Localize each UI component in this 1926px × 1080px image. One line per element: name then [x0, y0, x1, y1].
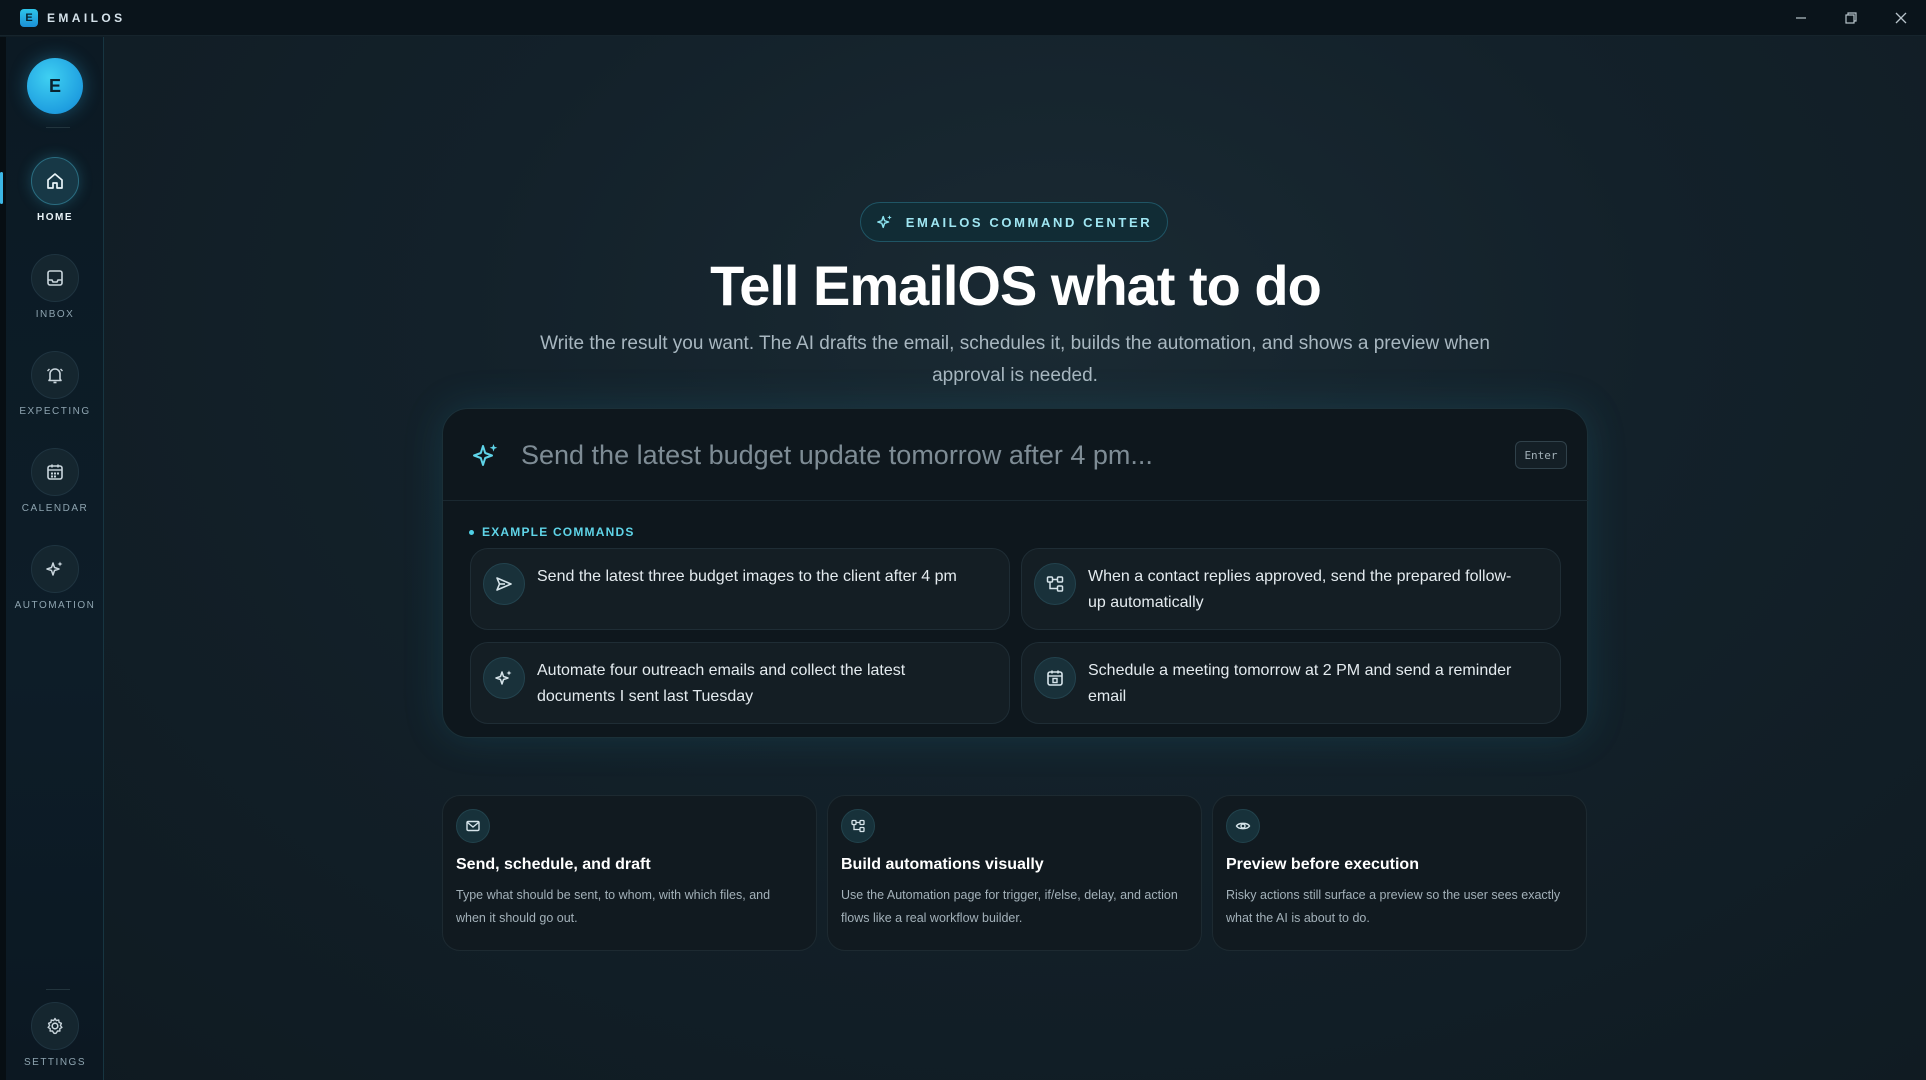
examples-heading: EXAMPLE COMMANDS	[469, 525, 635, 539]
eye-icon	[1235, 822, 1251, 830]
nav-circle	[31, 545, 79, 593]
example-command-schedule-meeting[interactable]: Schedule a meeting tomorrow at 2 PM and …	[1021, 642, 1561, 724]
feature-icon	[841, 809, 875, 843]
feature-description: Risky actions still surface a preview so…	[1226, 888, 1561, 925]
example-icon	[1034, 657, 1076, 699]
sidebar-item-automation[interactable]: AUTOMATION	[6, 545, 104, 625]
command-center-badge: EMAILOS COMMAND CENTER	[860, 202, 1168, 242]
feature-card-automations: Build automations visually Use the Autom…	[827, 795, 1202, 951]
calendar-icon	[47, 464, 63, 480]
command-input-row: Enter	[443, 409, 1589, 501]
sparkle-icon	[876, 215, 892, 229]
home-icon	[47, 173, 63, 189]
sidebar-divider	[46, 127, 70, 128]
app-window: E EMAILOS E HOME INBOX EXPECTING CALENDA…	[0, 0, 1926, 1080]
sidebar-item-inbox[interactable]: INBOX	[6, 254, 104, 334]
sidebar-item-calendar[interactable]: CALENDAR	[6, 448, 104, 528]
feature-title: Build automations visually	[841, 856, 1044, 873]
main-content: EMAILOS COMMAND CENTER Tell EmailOS what…	[105, 37, 1926, 1080]
page-subtitle: Write the result you want. The AI drafts…	[540, 333, 1490, 386]
example-icon	[1034, 563, 1076, 605]
command-input[interactable]	[521, 431, 1481, 479]
nav-circle	[31, 1002, 79, 1050]
example-text: Send the latest three budget images to t…	[537, 568, 957, 585]
title-bar: E EMAILOS	[0, 0, 1926, 36]
sidebar-item-home[interactable]: HOME	[6, 157, 104, 237]
feature-title: Send, schedule, and draft	[456, 856, 651, 873]
window-controls	[1776, 0, 1926, 36]
inbox-icon	[47, 270, 63, 286]
feature-description: Type what should be sent, to whom, with …	[456, 888, 771, 925]
sidebar-divider	[46, 989, 70, 990]
app-logo: E	[20, 8, 38, 27]
enter-key-hint[interactable]: Enter	[1515, 441, 1567, 469]
sparkle-icon	[473, 444, 498, 466]
gear-icon	[47, 1017, 63, 1035]
feature-title: Preview before execution	[1226, 856, 1419, 873]
feature-icon	[1226, 809, 1260, 843]
send-icon	[496, 577, 512, 591]
active-indicator	[0, 172, 3, 204]
workflow-icon	[1046, 576, 1064, 592]
sidebar-item-label: AUTOMATION	[14, 600, 96, 611]
example-command-automate-outreach[interactable]: Automate four outreach emails and collec…	[470, 642, 1010, 724]
example-icon	[483, 657, 525, 699]
example-command-send-budget[interactable]: Send the latest three budget images to t…	[470, 548, 1010, 630]
maximize-button[interactable]	[1826, 0, 1876, 36]
feature-icon	[456, 809, 490, 843]
avatar[interactable]: E	[27, 58, 83, 114]
minimize-icon	[1796, 17, 1806, 19]
bell-icon	[47, 368, 63, 384]
sidebar-item-label: HOME	[37, 212, 73, 223]
nav-circle	[31, 157, 79, 205]
feature-card-preview: Preview before execution Risky actions s…	[1212, 795, 1587, 951]
example-text: When a contact replies approved, send th…	[1088, 568, 1512, 611]
sidebar-item-label: EXPECTING	[19, 406, 91, 417]
sparkle-icon	[46, 561, 63, 576]
example-text: Schedule a meeting tomorrow at 2 PM and …	[1088, 662, 1512, 705]
feature-description: Use the Automation page for trigger, if/…	[841, 888, 1178, 925]
sidebar-item-label: SETTINGS	[23, 1057, 86, 1068]
sidebar-item-label: CALENDAR	[21, 503, 89, 514]
sidebar-item-settings[interactable]: SETTINGS	[6, 1002, 104, 1080]
workflow-icon	[851, 819, 865, 833]
nav-circle	[31, 448, 79, 496]
bullet-dot	[469, 529, 474, 535]
nav-circle	[31, 351, 79, 399]
example-command-auto-followup[interactable]: When a contact replies approved, send th…	[1021, 548, 1561, 630]
restore-icon	[1845, 12, 1857, 24]
sidebar: E HOME INBOX EXPECTING CALENDAR AUTOMATI…	[0, 37, 104, 1080]
app-name: EMAILOS	[47, 10, 126, 25]
mail-icon	[466, 820, 480, 832]
close-button[interactable]	[1876, 0, 1926, 36]
calendar-icon	[1047, 670, 1063, 686]
minimize-button[interactable]	[1776, 0, 1826, 36]
close-icon	[1895, 12, 1907, 24]
badge-label: EMAILOS COMMAND CENTER	[905, 214, 1153, 230]
example-text: Automate four outreach emails and collec…	[537, 662, 906, 705]
sidebar-item-label: INBOX	[35, 309, 75, 320]
sparkle-icon	[495, 670, 512, 685]
page-title: Tell EmailOS what to do	[710, 254, 1322, 317]
examples-heading-label: EXAMPLE COMMANDS	[482, 525, 635, 539]
sidebar-item-expecting[interactable]: EXPECTING	[6, 351, 104, 431]
nav-circle	[31, 254, 79, 302]
feature-card-send: Send, schedule, and draft Type what shou…	[442, 795, 817, 951]
command-panel: Enter EXAMPLE COMMANDS Send the latest t…	[442, 408, 1589, 738]
example-icon	[483, 563, 525, 605]
